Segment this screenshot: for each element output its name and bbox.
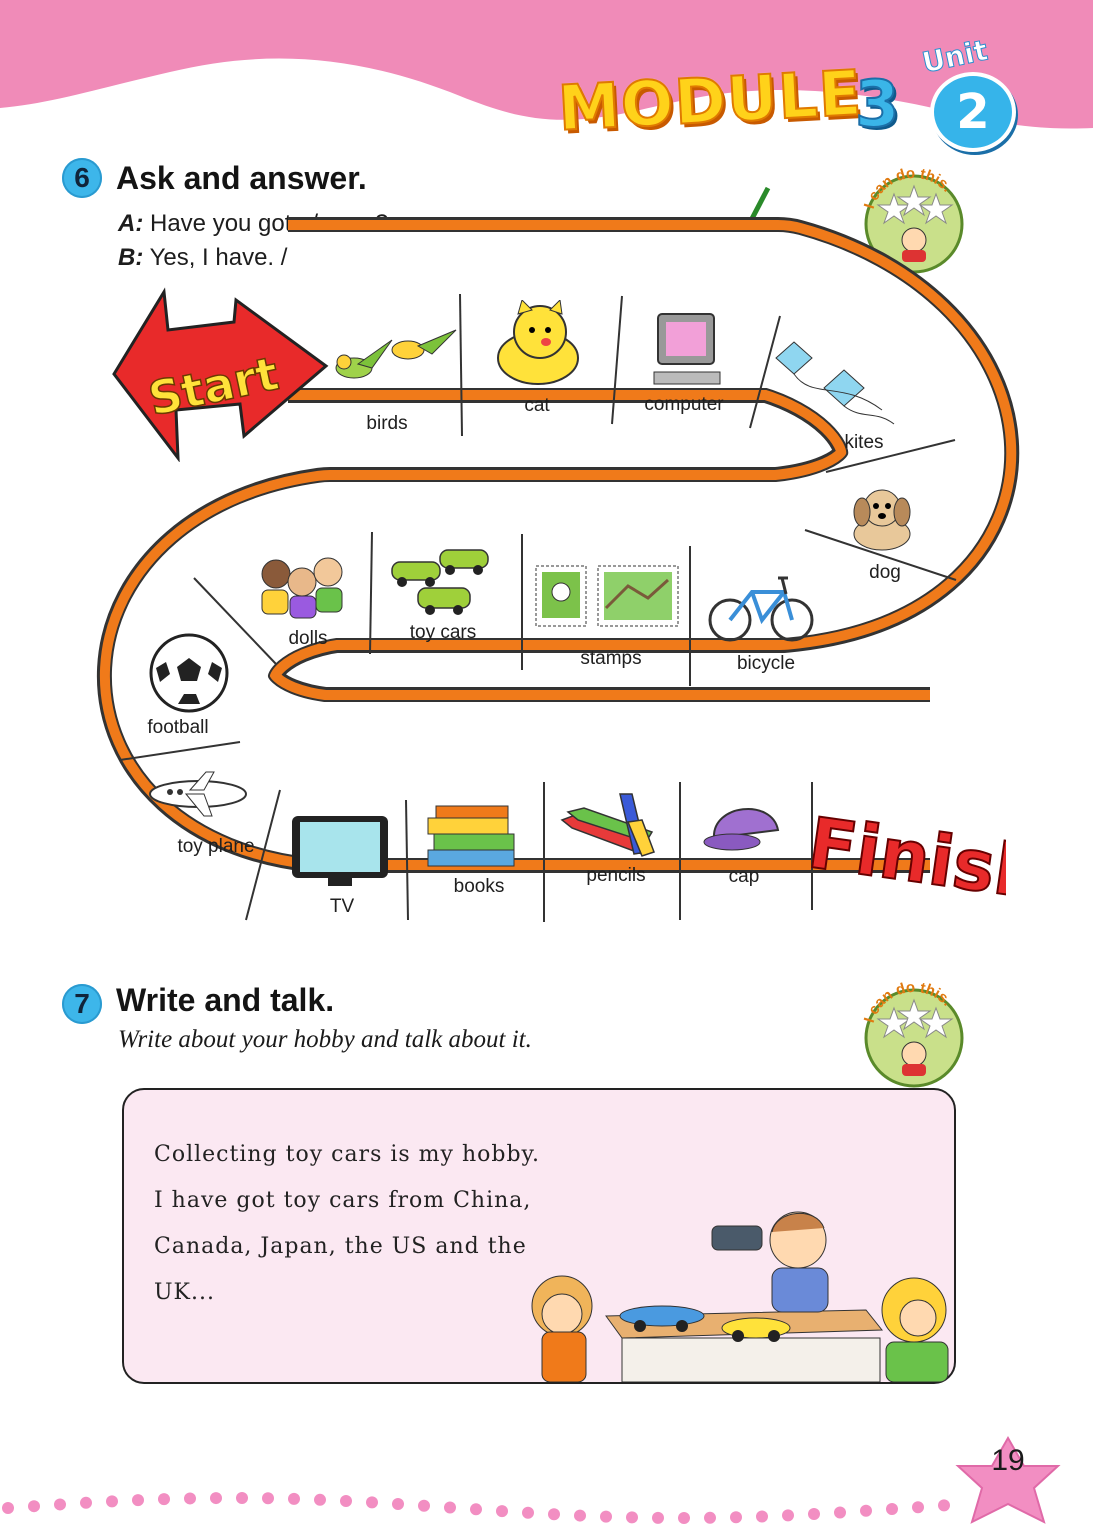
section-7-title: Write and talk. xyxy=(116,982,335,1018)
toy-cars-icon xyxy=(391,549,489,615)
dog-icon xyxy=(853,489,911,551)
computer-icon xyxy=(653,313,721,385)
footer-dot xyxy=(938,1499,950,1512)
writing-line-4: UK... xyxy=(154,1280,215,1305)
footer-dot xyxy=(470,1503,482,1516)
footer-dot xyxy=(834,1506,846,1519)
footer-dot xyxy=(808,1508,820,1521)
stamps-icon xyxy=(535,565,679,627)
footer-dot xyxy=(106,1495,118,1508)
cell-label-pencils: pencils xyxy=(586,865,646,886)
writing-line-2: I have got toy cars from China, xyxy=(154,1188,532,1213)
dolls-icon xyxy=(261,557,343,619)
section-7-number: 7 xyxy=(62,984,102,1024)
cell-label-tv: TV xyxy=(329,896,355,917)
writing-box: Collecting toy cars is my hobby. I have … xyxy=(122,1088,956,1384)
birds-icon xyxy=(335,329,457,379)
footer-dot xyxy=(28,1500,40,1513)
footer-dot xyxy=(730,1511,742,1524)
page-number: 19 xyxy=(991,1444,1025,1477)
writing-line-1: Collecting toy cars is my hobby. xyxy=(154,1142,541,1167)
cell-label-bicycle: bicycle xyxy=(736,653,796,674)
footer-dot xyxy=(2,1502,14,1514)
cell-label-computer: computer xyxy=(644,394,724,415)
finish-banner-icon: Finish xyxy=(806,801,1006,914)
toy-plane-icon xyxy=(149,771,247,817)
footer-dot xyxy=(418,1499,430,1512)
footer-dot xyxy=(132,1494,144,1507)
cell-label-dog: dog xyxy=(869,562,901,583)
cell-label-stamps: stamps xyxy=(580,648,642,669)
footer-dot xyxy=(366,1496,378,1509)
footer-dot xyxy=(496,1505,508,1518)
footer-dot xyxy=(522,1506,534,1519)
cap-icon xyxy=(703,808,780,851)
footer-dot xyxy=(314,1493,326,1506)
footer-dot xyxy=(548,1508,560,1521)
footer-dot xyxy=(756,1510,768,1523)
footer-dot xyxy=(54,1498,66,1511)
footer-dot xyxy=(886,1503,898,1516)
football-icon xyxy=(149,633,229,713)
tv-icon xyxy=(292,816,388,886)
finish-label: Finish xyxy=(806,802,1006,914)
footer-dots xyxy=(2,1435,1061,1524)
cell-label-cat: cat xyxy=(524,395,550,416)
footer-dot xyxy=(626,1511,638,1524)
footer-dot xyxy=(704,1511,716,1524)
can-do-badge-icon: I can do this. xyxy=(861,979,964,1088)
footer-dot xyxy=(860,1504,872,1517)
footer-dot xyxy=(392,1497,404,1510)
footer-dot xyxy=(652,1511,664,1524)
books-icon xyxy=(427,805,515,867)
footer-dot xyxy=(678,1511,690,1524)
section-7-instruction: Write about your hobby and talk about it… xyxy=(118,1026,532,1053)
cell-label-kites: kites xyxy=(844,432,884,453)
footer-dot xyxy=(158,1493,170,1506)
cell-label-football: football xyxy=(147,717,209,738)
footer-dot xyxy=(340,1494,352,1507)
cat-icon xyxy=(497,300,579,385)
cell-label-dolls: dolls xyxy=(288,628,328,649)
cell-label-cap: cap xyxy=(728,866,760,887)
footer-dot xyxy=(184,1492,196,1505)
footer-dot xyxy=(782,1509,794,1522)
footer-dot xyxy=(600,1510,612,1523)
cell-label-books: books xyxy=(453,876,505,897)
footer-dot xyxy=(912,1501,924,1514)
footer-dot xyxy=(288,1492,300,1505)
pencils-icon xyxy=(560,793,655,857)
writing-line-3: Canada, Japan, the US and the xyxy=(154,1234,527,1259)
footer-dot xyxy=(574,1509,586,1522)
bicycle-icon xyxy=(708,576,814,642)
kids-with-toy-cars-illustration xyxy=(531,1211,949,1382)
footer-dot xyxy=(236,1492,248,1505)
footer-dot xyxy=(210,1492,222,1505)
start-arrow-icon: Start xyxy=(112,287,329,462)
cell-label-birds: birds xyxy=(366,413,408,434)
footer-dot xyxy=(80,1496,92,1509)
kites-icon xyxy=(775,341,895,425)
cell-label-toy-plane: toy plane xyxy=(177,836,255,857)
cell-label-toy-cars: toy cars xyxy=(409,622,477,643)
footer-dot xyxy=(444,1501,456,1514)
footer-dot xyxy=(262,1492,274,1505)
